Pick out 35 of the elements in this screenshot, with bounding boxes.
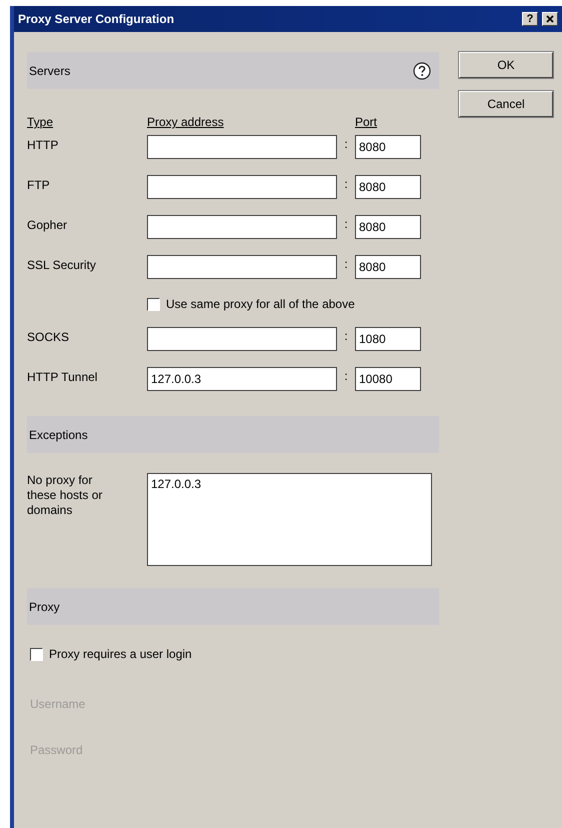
- checkbox-label[interactable]: Proxy requires a user login: [49, 647, 192, 661]
- column-header: Proxy address: [147, 115, 225, 131]
- port-separator: :: [343, 256, 349, 271]
- port-separator: :: [343, 216, 349, 231]
- port-field[interactable]: 10080: [355, 367, 421, 391]
- proxy-type-label: Gopher: [27, 217, 68, 232]
- column-header: Type: [27, 115, 54, 131]
- section-title: Servers: [29, 64, 70, 78]
- exceptions-label: No proxy for these hosts or domains: [27, 473, 104, 519]
- port-field[interactable]: 8080: [355, 255, 421, 279]
- proxy-type-label: HTTP Tunnel: [27, 369, 98, 384]
- proxy-address-field[interactable]: 127.0.0.3: [147, 367, 337, 391]
- ok-button[interactable]: OK: [459, 52, 553, 78]
- column-header: Port: [355, 115, 378, 131]
- proxy-type-label: HTTP: [27, 137, 60, 152]
- checkbox-label[interactable]: Use same proxy for all of the above: [166, 297, 355, 311]
- window-title: Proxy Server Configuration: [18, 12, 176, 26]
- proxy-type-label: FTP: [27, 177, 51, 192]
- field-label: Username: [30, 697, 86, 711]
- proxy-type-label: SOCKS: [27, 329, 70, 344]
- section-title: Exceptions: [29, 428, 88, 442]
- section-title: Proxy: [29, 600, 60, 614]
- field-label: Password: [30, 743, 83, 757]
- port-separator: :: [343, 368, 349, 383]
- port-separator: :: [343, 328, 349, 343]
- cancel-button[interactable]: Cancel: [459, 91, 553, 117]
- port-field[interactable]: 8080: [355, 175, 421, 199]
- port-field[interactable]: 1080: [355, 327, 421, 351]
- port-field[interactable]: 8080: [355, 215, 421, 239]
- port-separator: :: [343, 136, 349, 151]
- proxy-type-label: SSL Security: [27, 257, 97, 272]
- port-field[interactable]: 8080: [355, 135, 421, 159]
- port-separator: :: [343, 176, 349, 191]
- exceptions-text-area[interactable]: 127.0.0.3: [147, 473, 432, 566]
- help-button[interactable]: ?: [522, 12, 538, 26]
